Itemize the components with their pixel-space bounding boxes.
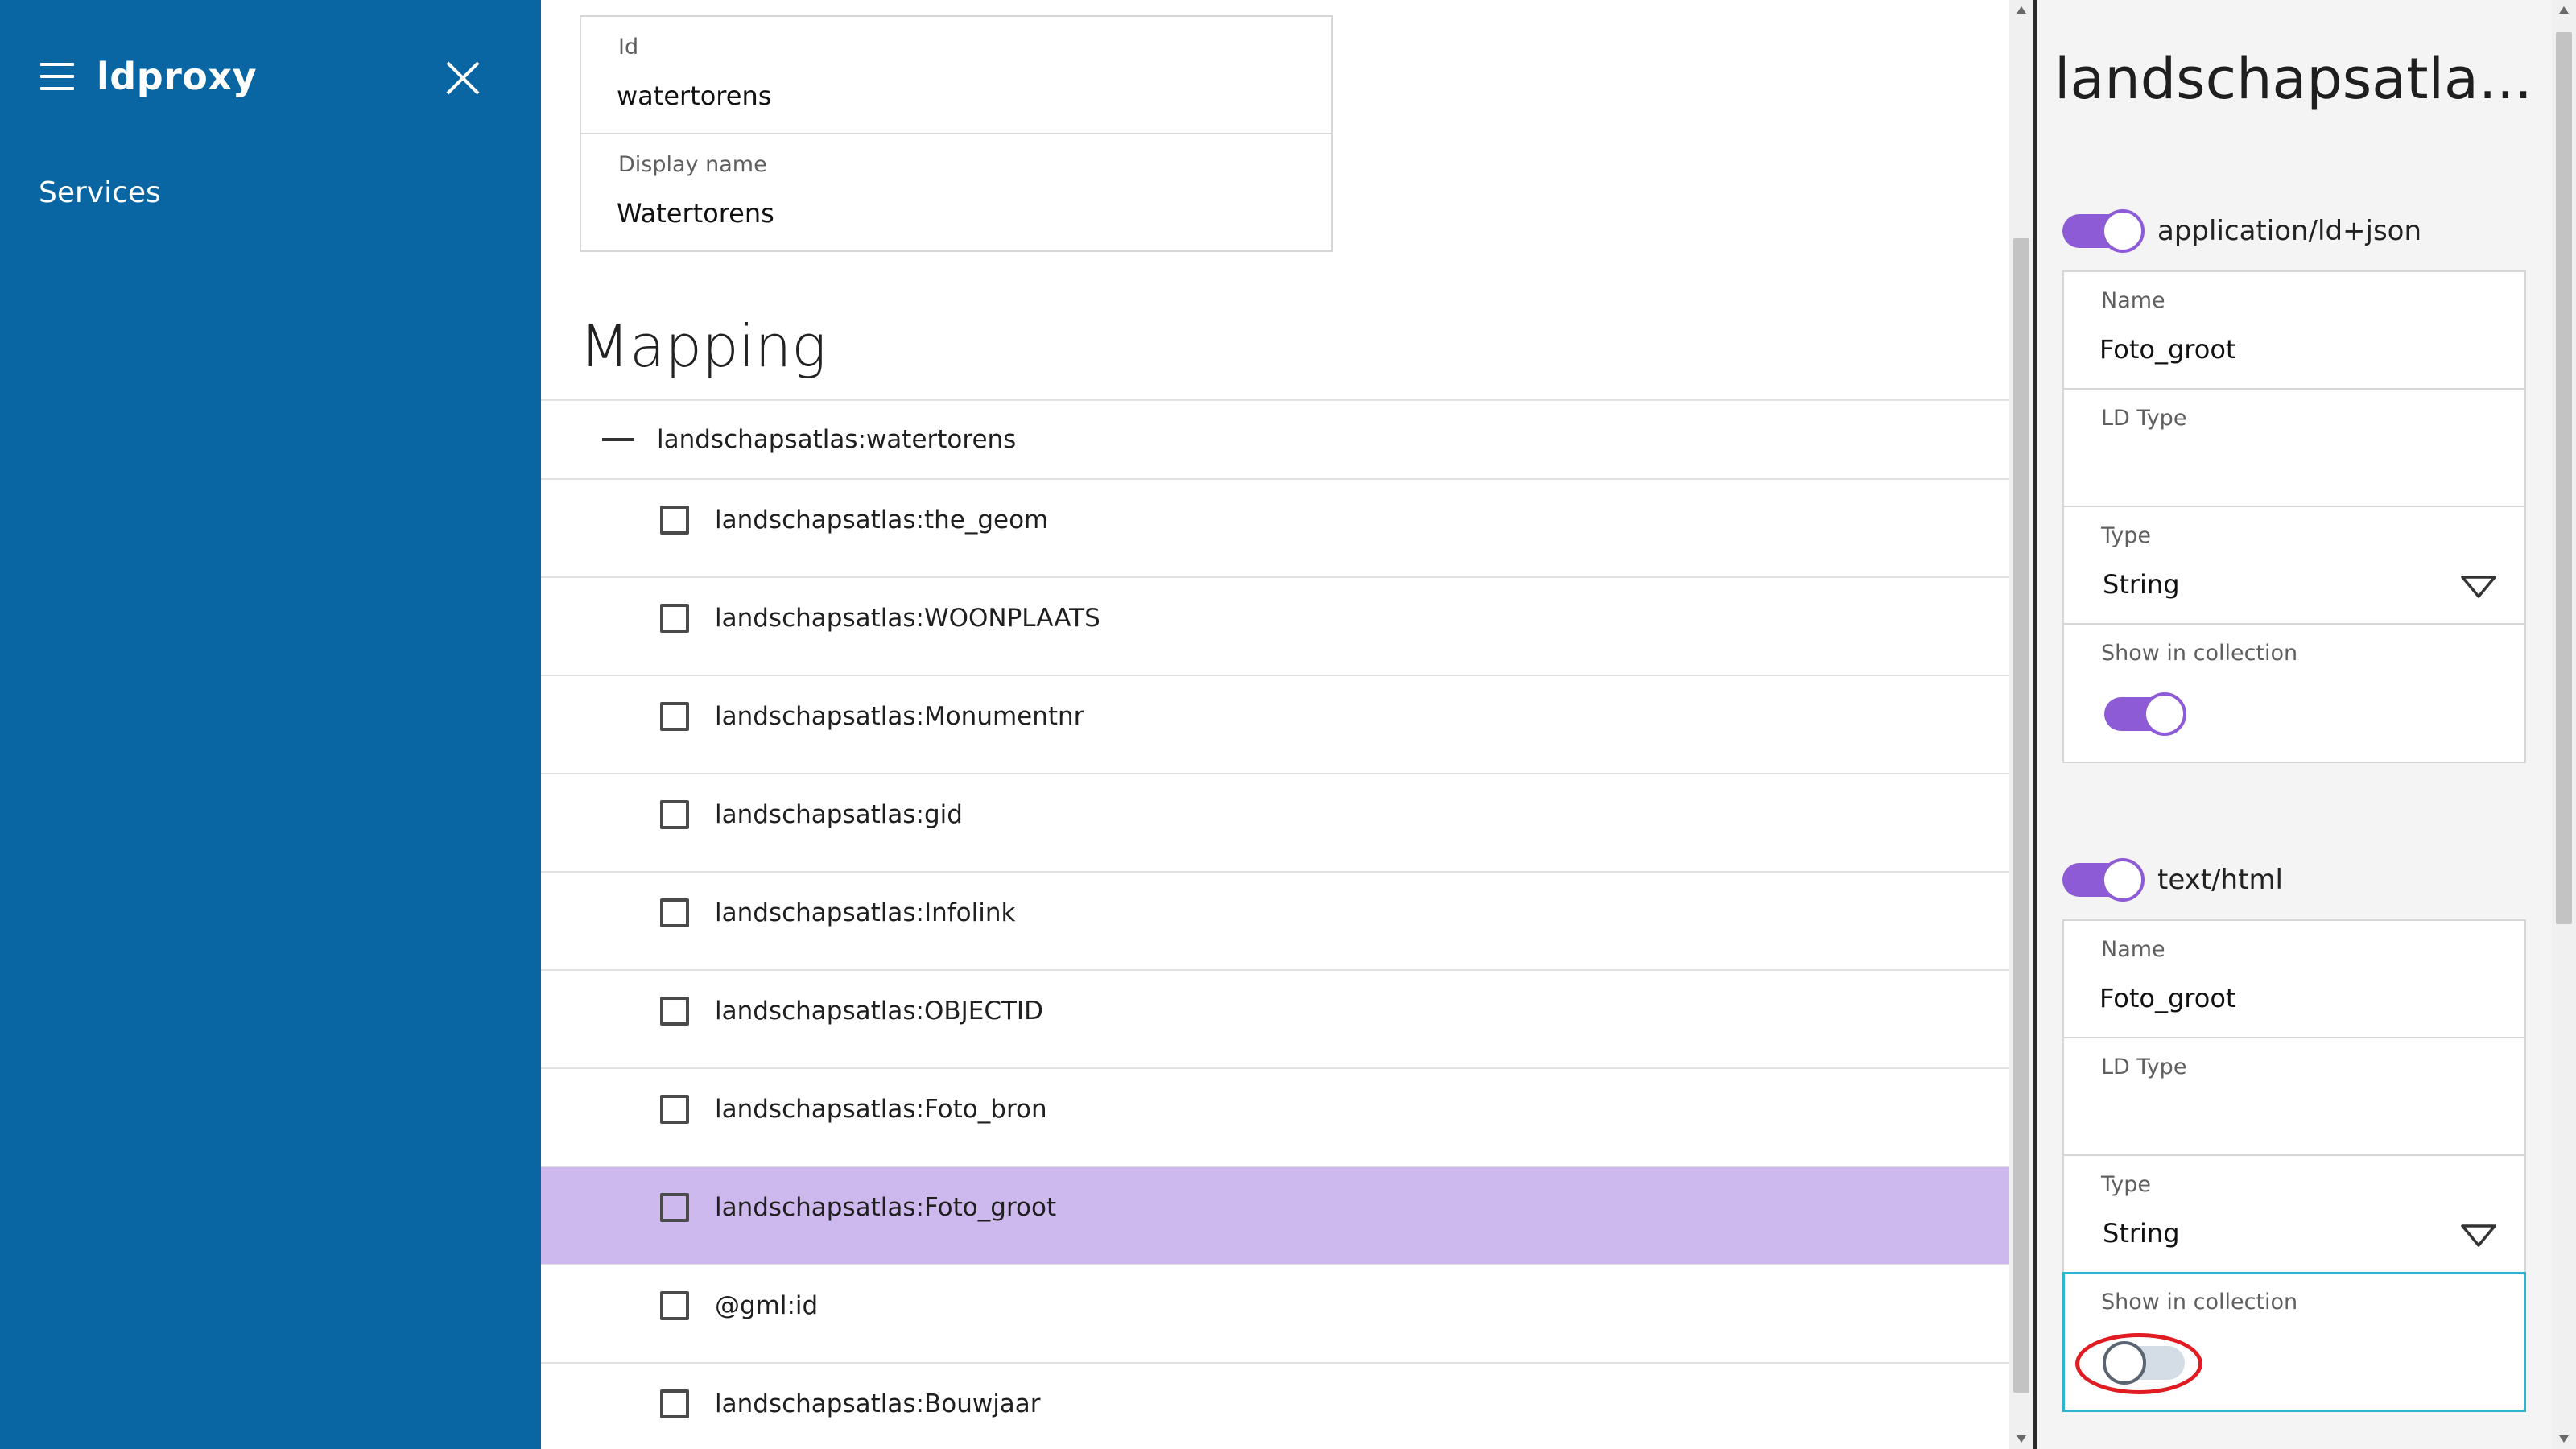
collapse-icon[interactable]	[602, 438, 634, 441]
service-info-card: Id watertorens Display name Watertorens	[580, 15, 1333, 252]
type-value: String	[2103, 569, 2180, 600]
name-value: Foto_groot	[2099, 983, 2236, 1013]
menu-icon[interactable]	[40, 63, 74, 90]
row-checkbox[interactable]	[660, 800, 689, 829]
show-in-collection-label: Show in collection	[2101, 1290, 2298, 1315]
ld-type-label: LD Type	[2101, 406, 2187, 431]
main-scrollbar[interactable]	[2009, 0, 2033, 1449]
highlight-ring	[2075, 1333, 2202, 1394]
row-checkbox[interactable]	[660, 1389, 689, 1418]
name-field[interactable]: Name Foto_groot	[2064, 921, 2524, 1038]
row-checkbox[interactable]	[660, 702, 689, 731]
tree-row-label: landschapsatlas:WOONPLAATS	[715, 604, 1100, 633]
display-name-value: Watertorens	[617, 198, 774, 229]
scrollbar-thumb[interactable]	[2556, 32, 2572, 924]
show-in-collection-field: Show in collection	[2064, 625, 2524, 762]
tree-row-label: landschapsatlas:OBJECTID	[715, 997, 1043, 1026]
scroll-down-icon[interactable]	[2559, 1435, 2569, 1443]
triangle-down-icon[interactable]	[2460, 1224, 2497, 1248]
name-field[interactable]: Name Foto_groot	[2064, 272, 2524, 390]
tree-root-label: landschapsatlas:watertorens	[657, 425, 1017, 454]
ld-type-field[interactable]: LD Type	[2064, 1038, 2524, 1156]
type-value: String	[2103, 1218, 2180, 1249]
tree-row-label: @gml:id	[715, 1291, 819, 1320]
show-in-collection-label: Show in collection	[2101, 641, 2298, 666]
tree-row[interactable]: landschapsatlas:Monumentnr	[541, 676, 2009, 774]
tree-row-label: landschapsatlas:Bouwjaar	[715, 1389, 1041, 1418]
tree-row[interactable]: landschapsatlas:OBJECTID	[541, 971, 2009, 1069]
type-label: Type	[2101, 1172, 2152, 1197]
scroll-down-icon[interactable]	[2017, 1435, 2026, 1443]
ld-type-field[interactable]: LD Type	[2064, 390, 2524, 507]
show-in-collection-field: Show in collection	[2062, 1272, 2526, 1412]
type-label: Type	[2101, 523, 2152, 548]
sidebar: ldproxy Services	[0, 0, 541, 1449]
close-icon[interactable]	[444, 60, 481, 97]
row-checkbox[interactable]	[660, 1193, 689, 1222]
display-name-field[interactable]: Display name Watertorens	[581, 134, 1331, 252]
main-content: Id watertorens Display name Watertorens …	[541, 0, 2009, 1449]
name-label: Name	[2101, 937, 2165, 962]
panel-title: landschapsatla...	[2054, 46, 2533, 112]
type-select[interactable]: Type String	[2064, 1156, 2524, 1274]
tree-row-label: landschapsatlas:Foto_bron	[715, 1095, 1047, 1124]
format-label: text/html	[2157, 864, 2284, 896]
tree-row-label: landschapsatlas:Infolink	[715, 898, 1016, 927]
type-select[interactable]: Type String	[2064, 507, 2524, 625]
tree-row-label: landschapsatlas:the_geom	[715, 506, 1049, 535]
tree-row-label: landschapsatlas:Monumentnr	[715, 702, 1084, 731]
name-label: Name	[2101, 288, 2165, 313]
format-card-ld-json: Name Foto_groot LD Type Type String Show…	[2062, 270, 2526, 763]
format-toggle-ld-json[interactable]	[2061, 209, 2145, 253]
scroll-up-icon[interactable]	[2017, 6, 2026, 14]
mapping-tree: landschapsatlas:watertorens landschapsat…	[541, 399, 2009, 1449]
display-name-label: Display name	[618, 152, 767, 177]
format-toggle-text-html[interactable]	[2061, 858, 2145, 902]
ld-type-label: LD Type	[2101, 1055, 2187, 1080]
show-in-collection-toggle[interactable]	[2103, 692, 2186, 736]
mapping-title: Mapping	[580, 312, 827, 380]
format-card-text-html: Name Foto_groot LD Type Type String Show…	[2062, 919, 2526, 1412]
tree-root[interactable]: landschapsatlas:watertorens	[541, 401, 2009, 480]
property-panel: landschapsatla... application/ld+json Na…	[2037, 0, 2552, 1449]
row-checkbox[interactable]	[660, 604, 689, 633]
name-value: Foto_groot	[2099, 334, 2236, 365]
tree-row-selected[interactable]: landschapsatlas:Foto_groot	[541, 1167, 2009, 1265]
tree-row[interactable]: landschapsatlas:Bouwjaar	[541, 1364, 2009, 1449]
tree-row[interactable]: landschapsatlas:WOONPLAATS	[541, 578, 2009, 676]
panel-scrollbar[interactable]	[2552, 0, 2576, 1449]
id-label: Id	[618, 35, 639, 60]
tree-row[interactable]: landschapsatlas:gid	[541, 774, 2009, 873]
row-checkbox[interactable]	[660, 506, 689, 535]
tree-row[interactable]: landschapsatlas:Foto_bron	[541, 1069, 2009, 1167]
row-checkbox[interactable]	[660, 1095, 689, 1124]
tree-row[interactable]: landschapsatlas:Infolink	[541, 873, 2009, 971]
app-title: ldproxy	[97, 55, 258, 98]
tree-row-label: landschapsatlas:Foto_groot	[715, 1193, 1057, 1222]
scrollbar-thumb[interactable]	[2013, 238, 2029, 1393]
tree-row-label: landschapsatlas:gid	[715, 800, 963, 829]
row-checkbox[interactable]	[660, 1291, 689, 1320]
id-value: watertorens	[617, 80, 772, 111]
scroll-up-icon[interactable]	[2559, 6, 2569, 14]
sidebar-item-services[interactable]: Services	[39, 171, 161, 216]
id-field[interactable]: Id watertorens	[581, 17, 1331, 134]
format-label: application/ld+json	[2157, 215, 2422, 247]
tree-row[interactable]: landschapsatlas:the_geom	[541, 480, 2009, 578]
row-checkbox[interactable]	[660, 997, 689, 1026]
triangle-down-icon[interactable]	[2460, 575, 2497, 599]
tree-row[interactable]: @gml:id	[541, 1265, 2009, 1364]
row-checkbox[interactable]	[660, 898, 689, 927]
